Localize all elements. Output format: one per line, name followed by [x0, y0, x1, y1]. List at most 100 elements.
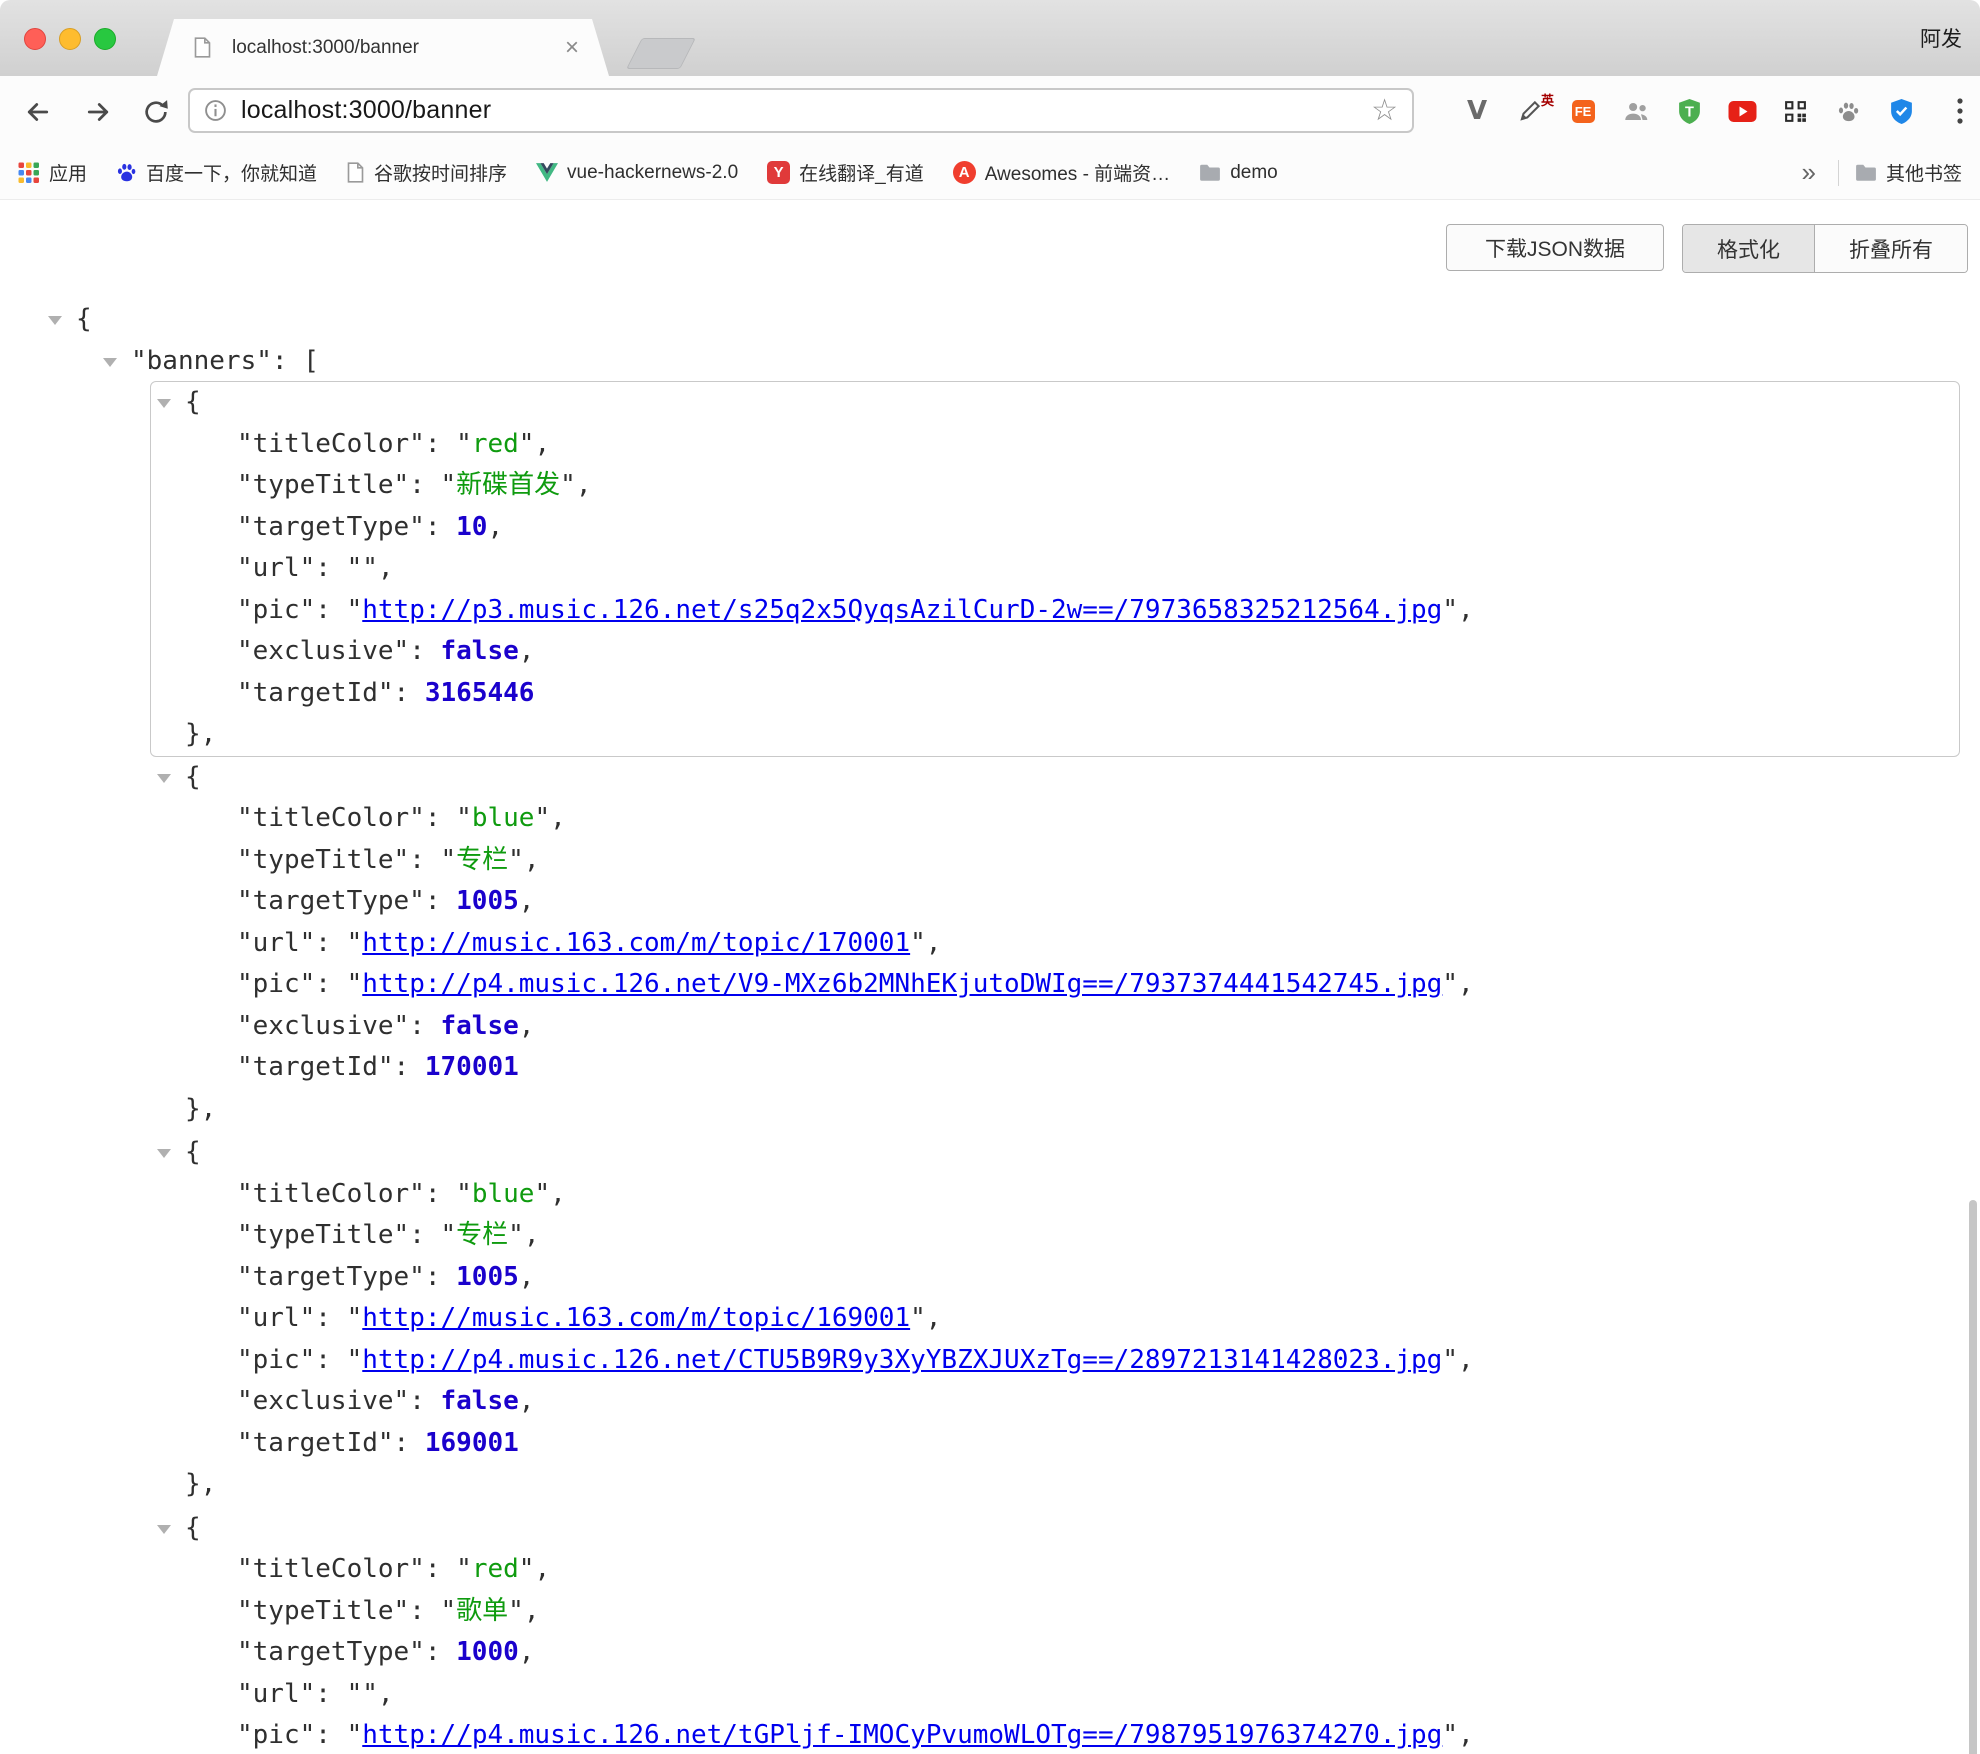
json-line: "targetId": 169001: [151, 1423, 1959, 1465]
tab-close-icon[interactable]: ×: [565, 36, 579, 60]
json-url-link[interactable]: http://p3.music.126.net/s25q2x5QyqsAzilC…: [362, 595, 1442, 625]
baidu-paw-icon: [116, 162, 137, 183]
shield-t-icon[interactable]: T: [1674, 96, 1704, 126]
bookmark-item[interactable]: AAwesomes - 前端资…: [953, 159, 1170, 186]
bookmark-label: Awesomes - 前端资…: [985, 159, 1170, 186]
bookmark-item[interactable]: 百度一下，你就知道: [116, 159, 317, 186]
new-tab-button[interactable]: [626, 38, 696, 69]
browser-tab[interactable]: localhost:3000/banner ×: [157, 19, 609, 76]
json-line: "pic": "http://p4.music.126.net/tGPljf-I…: [151, 1715, 1959, 1754]
download-json-button[interactable]: 下载JSON数据: [1446, 224, 1664, 271]
json-url-link[interactable]: http://music.163.com/m/topic/169001: [362, 1303, 910, 1333]
info-icon[interactable]: [204, 99, 227, 122]
json-line: "url": "http://music.163.com/m/topic/169…: [151, 1298, 1959, 1340]
bookmarks-bar: 应用 百度一下，你就知道 谷歌按时间排序 vue-hackernews-2.0 Y在线翻…: [0, 146, 1980, 200]
bookmark-item[interactable]: vue-hackernews-2.0: [536, 162, 738, 184]
json-line: "titleColor": "red",: [151, 424, 1959, 466]
other-bookmarks-folder[interactable]: 其他书签: [1855, 159, 1962, 186]
profile-name[interactable]: 阿发: [1920, 23, 1962, 53]
collapse-triangle-icon[interactable]: [48, 316, 62, 325]
shield-check-icon[interactable]: [1886, 96, 1916, 126]
json-object-block: {"titleColor": "blue","typeTitle": "专栏",…: [150, 1131, 1960, 1507]
json-line: "titleColor": "blue",: [151, 1174, 1959, 1216]
collapse-triangle-icon[interactable]: [157, 1149, 171, 1158]
omnibox-url[interactable]: localhost:3000/banner: [241, 96, 491, 125]
forward-button[interactable]: [76, 91, 120, 133]
bookmark-star-icon[interactable]: ☆: [1371, 96, 1398, 126]
bookmarks-overflow-chevron[interactable]: »: [1796, 157, 1822, 188]
json-line: "targetType": 1000,: [151, 1632, 1959, 1674]
collapse-all-button[interactable]: 折叠所有: [1814, 225, 1967, 272]
collapse-triangle-icon[interactable]: [157, 1525, 171, 1534]
json-line: "url": "",: [151, 1674, 1959, 1716]
format-button[interactable]: 格式化: [1683, 225, 1814, 272]
json-url-link[interactable]: http://p4.music.126.net/tGPljf-IMOCyPvum…: [362, 1720, 1442, 1750]
browser-menu-icon[interactable]: [1956, 96, 1964, 131]
fe-icon[interactable]: FE: [1568, 96, 1598, 126]
svg-text:T: T: [1685, 104, 1694, 120]
qr-code-icon[interactable]: [1780, 96, 1810, 126]
page-icon: [346, 162, 365, 183]
json-line: "pic": "http://p4.music.126.net/V9-MXz6b…: [151, 964, 1959, 1006]
v-tool-icon[interactable]: V: [1462, 96, 1492, 126]
collapse-triangle-icon[interactable]: [157, 774, 171, 783]
json-line: "titleColor": "blue",: [151, 798, 1959, 840]
json-object-block: {"titleColor": "red","typeTitle": "歌单","…: [150, 1507, 1960, 1754]
title-bar: localhost:3000/banner × 阿发: [0, 0, 1980, 76]
address-bar[interactable]: localhost:3000/banner ☆: [188, 88, 1414, 133]
json-url-link[interactable]: http://music.163.com/m/topic/170001: [362, 928, 910, 958]
collapse-triangle-icon[interactable]: [103, 358, 117, 367]
bookmark-label: 应用: [49, 159, 87, 186]
dict-pen-icon[interactable]: 英: [1515, 96, 1545, 126]
json-line: {: [151, 1508, 1959, 1550]
json-line: {: [151, 1132, 1959, 1174]
json-line: "targetId": 3165446: [151, 673, 1959, 715]
json-line: "url": "",: [151, 548, 1959, 590]
json-tree: {"banners": [{"titleColor": "red","typeT…: [0, 299, 1980, 1754]
folder-icon: [1855, 163, 1877, 182]
json-line: },: [151, 1464, 1959, 1506]
json-line: "pic": "http://p4.music.126.net/CTU5B9R9…: [151, 1340, 1959, 1382]
collapse-triangle-icon[interactable]: [157, 399, 171, 408]
bookmarks-divider: [1838, 160, 1839, 186]
json-page-toolbar: 下载JSON数据 格式化 折叠所有: [1446, 224, 1968, 273]
bookmark-item[interactable]: Y在线翻译_有道: [767, 159, 924, 186]
zoom-window-button[interactable]: [94, 28, 116, 50]
json-line: "typeTitle": "专栏",: [151, 840, 1959, 882]
json-url-link[interactable]: http://p4.music.126.net/CTU5B9R9y3XyYBZX…: [362, 1345, 1442, 1375]
youtube-icon[interactable]: [1727, 96, 1757, 126]
json-object-block: {"titleColor": "blue","typeTitle": "专栏",…: [150, 756, 1960, 1132]
navigation-bar: localhost:3000/banner ☆ V英 FE T: [0, 76, 1980, 146]
json-line: "url": "http://music.163.com/m/topic/170…: [151, 923, 1959, 965]
reload-button[interactable]: [134, 91, 178, 133]
json-line: "typeTitle": "新碟首发",: [151, 465, 1959, 507]
json-url-link[interactable]: http://p4.music.126.net/V9-MXz6b2MNhEKju…: [362, 969, 1442, 999]
scrollbar-thumb[interactable]: [1969, 1200, 1977, 1754]
json-line: {: [0, 299, 1980, 341]
people-icon[interactable]: [1621, 96, 1651, 126]
bookmarks-items: 应用 百度一下，你就知道 谷歌按时间排序 vue-hackernews-2.0 Y在线翻…: [18, 159, 1307, 186]
minimize-window-button[interactable]: [59, 28, 81, 50]
json-line: "exclusive": false,: [151, 1381, 1959, 1423]
json-line: "targetType": 10,: [151, 507, 1959, 549]
json-object-block: {"titleColor": "red","typeTitle": "新碟首发"…: [150, 381, 1960, 757]
paw-icon[interactable]: [1833, 96, 1863, 126]
bookmark-item[interactable]: 应用: [18, 159, 87, 186]
json-line: {: [151, 382, 1959, 424]
back-button[interactable]: [16, 91, 60, 133]
bookmark-label: demo: [1230, 162, 1278, 184]
json-line: "pic": "http://p3.music.126.net/s25q2x5Q…: [151, 590, 1959, 632]
bookmark-item[interactable]: demo: [1199, 162, 1278, 184]
json-line: "typeTitle": "歌单",: [151, 1591, 1959, 1633]
json-line: "targetType": 1005,: [151, 881, 1959, 923]
other-bookmarks-label: 其他书签: [1886, 159, 1962, 186]
page-content: 下载JSON数据 格式化 折叠所有 {"banners": [{"titleCo…: [0, 200, 1980, 1754]
bookmark-item[interactable]: 谷歌按时间排序: [346, 159, 507, 186]
json-line: "typeTitle": "专栏",: [151, 1215, 1959, 1257]
json-line: {: [151, 757, 1959, 799]
json-line: "exclusive": false,: [151, 1006, 1959, 1048]
bookmark-label: 在线翻译_有道: [799, 159, 924, 186]
extension-icons: V英 FE T: [1462, 76, 1916, 146]
close-window-button[interactable]: [24, 28, 46, 50]
bookmark-label: vue-hackernews-2.0: [567, 162, 738, 184]
